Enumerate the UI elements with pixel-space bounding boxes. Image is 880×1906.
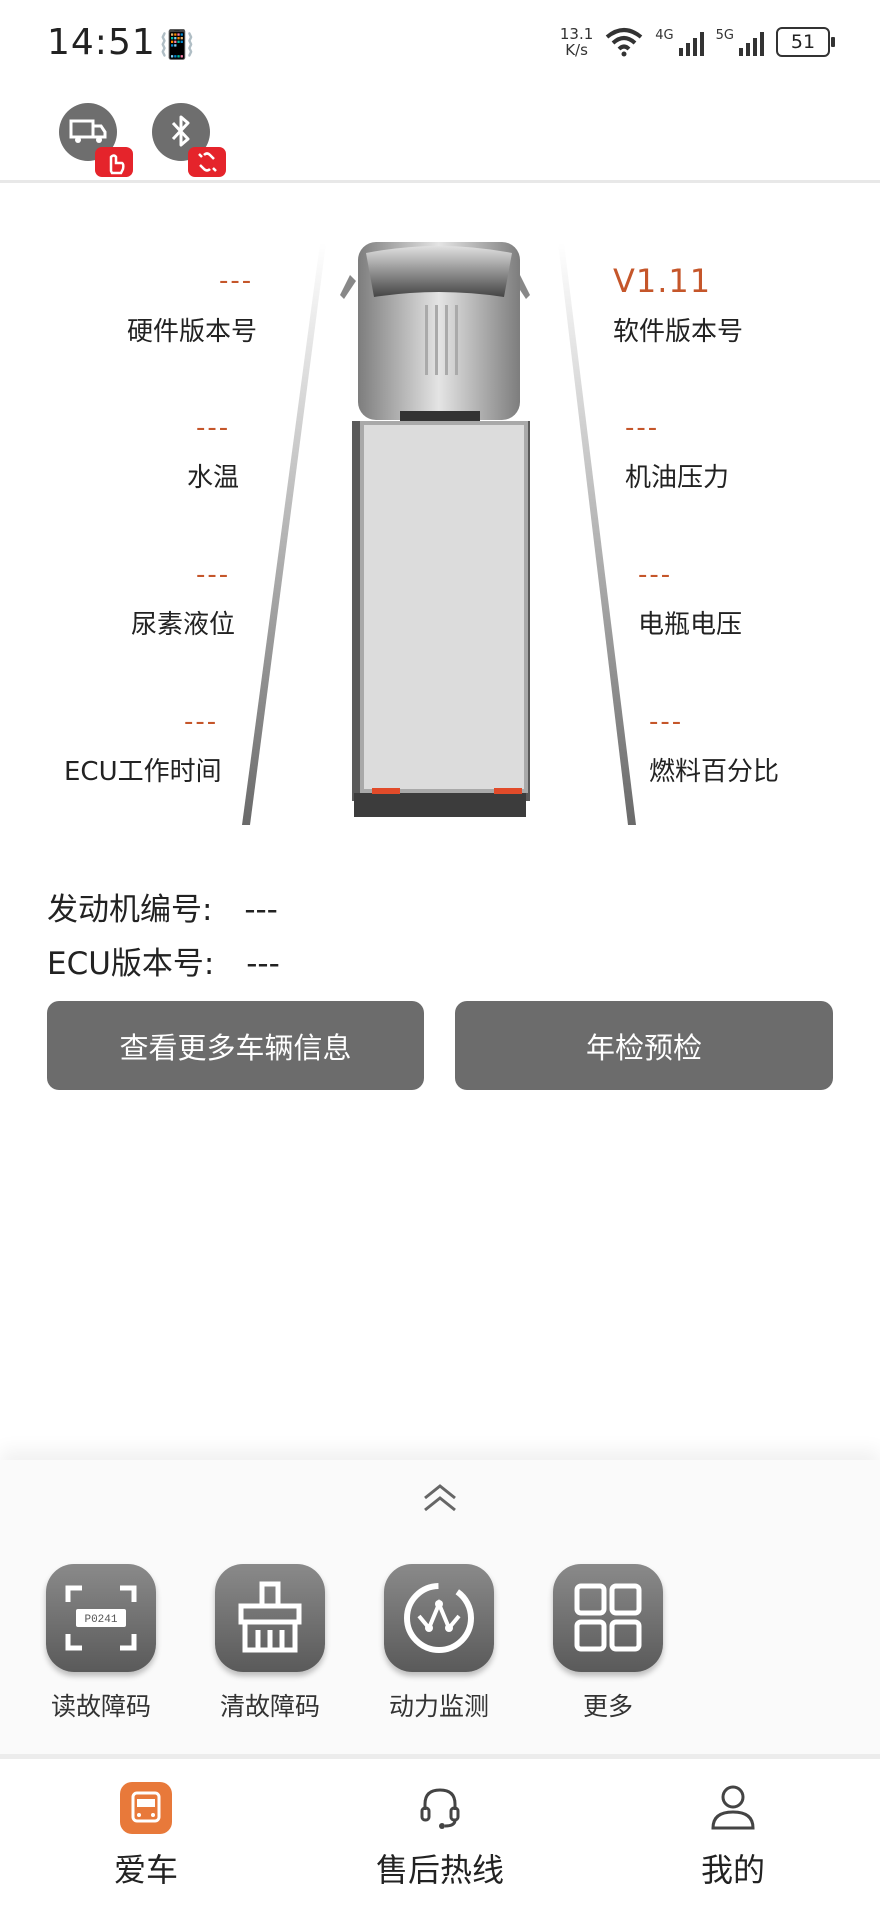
battery-voltage-label: 电瓶电压 xyxy=(638,610,743,640)
oil-pressure-value: --- xyxy=(625,413,660,443)
nav-mine-label[interactable]: 我的 xyxy=(623,1845,843,1891)
chevron-up-icon[interactable] xyxy=(421,1482,459,1514)
battery-icon: 51 xyxy=(776,27,835,57)
nav-divider xyxy=(0,1754,880,1759)
monitor-gauge-icon xyxy=(404,1583,474,1653)
net-speed: 13.1 K/s xyxy=(559,25,594,59)
ecu-hours-value: --- xyxy=(184,707,219,737)
ecu-version-row: ECU版本号: --- xyxy=(47,938,280,983)
water-temp-label: 水温 xyxy=(187,463,240,493)
software-version-value: V1.11 xyxy=(613,262,712,300)
nav-car-label[interactable]: 爱车 xyxy=(36,1845,256,1891)
water-temp-value: --- xyxy=(196,413,231,443)
annual-inspection-button[interactable]: 年检预检 xyxy=(455,1001,833,1090)
clear-codes-button[interactable] xyxy=(215,1564,325,1672)
urea-level-label: 尿素液位 xyxy=(131,610,236,640)
link-broken-icon xyxy=(188,147,226,177)
more-tools-label: 更多 xyxy=(582,1692,633,1721)
engine-no-value: --- xyxy=(244,892,278,928)
truck-illustration xyxy=(242,242,636,825)
engine-no-row: 发动机编号: --- xyxy=(47,884,278,929)
signal-5g-icon: 5G xyxy=(716,28,764,56)
battery-voltage-value: --- xyxy=(638,560,673,590)
user-icon xyxy=(711,1785,755,1830)
dtc-sample-text: P0241 xyxy=(84,1614,117,1626)
bluetooth-connect-button[interactable] xyxy=(152,103,226,177)
vibrate-icon: 📳 xyxy=(159,28,196,61)
hardware-version-label: 硬件版本号 xyxy=(127,317,258,347)
broom-icon xyxy=(238,1581,302,1653)
status-time: 14:51 📳 xyxy=(47,22,196,63)
nav-hotline-tab[interactable] xyxy=(417,1784,463,1832)
read-codes-button[interactable]: P0241 xyxy=(46,1564,156,1672)
more-tools-button[interactable] xyxy=(553,1564,663,1672)
status-icons: 13.1 K/s 4G 5G 51 xyxy=(559,25,835,59)
power-monitor-button[interactable] xyxy=(384,1564,494,1672)
scan-code-icon: P0241 xyxy=(65,1585,137,1651)
ecu-version-value: --- xyxy=(246,946,280,982)
power-monitor-label: 动力监测 xyxy=(388,1692,489,1721)
urea-level-value: --- xyxy=(196,560,231,590)
fuel-percent-label: 燃料百分比 xyxy=(649,757,780,787)
car-icon xyxy=(131,1791,161,1823)
headset-icon xyxy=(420,1788,460,1829)
wifi-icon xyxy=(606,28,643,57)
vehicle-connect-button[interactable] xyxy=(59,103,133,177)
ecu-hours-label: ECU工作时间 xyxy=(64,757,222,787)
signal-4g-icon: 4G xyxy=(655,28,704,56)
clear-codes-label: 清故障码 xyxy=(219,1692,320,1721)
more-vehicle-info-button[interactable]: 查看更多车辆信息 xyxy=(47,1001,424,1090)
nav-hotline-label[interactable]: 售后热线 xyxy=(330,1845,550,1891)
read-codes-label: 读故障码 xyxy=(50,1692,151,1721)
nav-mine-tab[interactable] xyxy=(708,1782,758,1832)
engine-no-label: 发动机编号: xyxy=(47,892,213,928)
oil-pressure-label: 机油压力 xyxy=(625,463,730,493)
ecu-version-label: ECU版本号: xyxy=(47,946,215,982)
hardware-version-value: --- xyxy=(219,266,254,296)
header-divider xyxy=(0,180,880,183)
software-version-label: 软件版本号 xyxy=(613,317,744,347)
fuel-percent-value: --- xyxy=(649,707,684,737)
nav-car-tab[interactable] xyxy=(120,1782,172,1834)
tap-badge-icon xyxy=(95,147,133,177)
grid-icon xyxy=(574,1583,642,1652)
